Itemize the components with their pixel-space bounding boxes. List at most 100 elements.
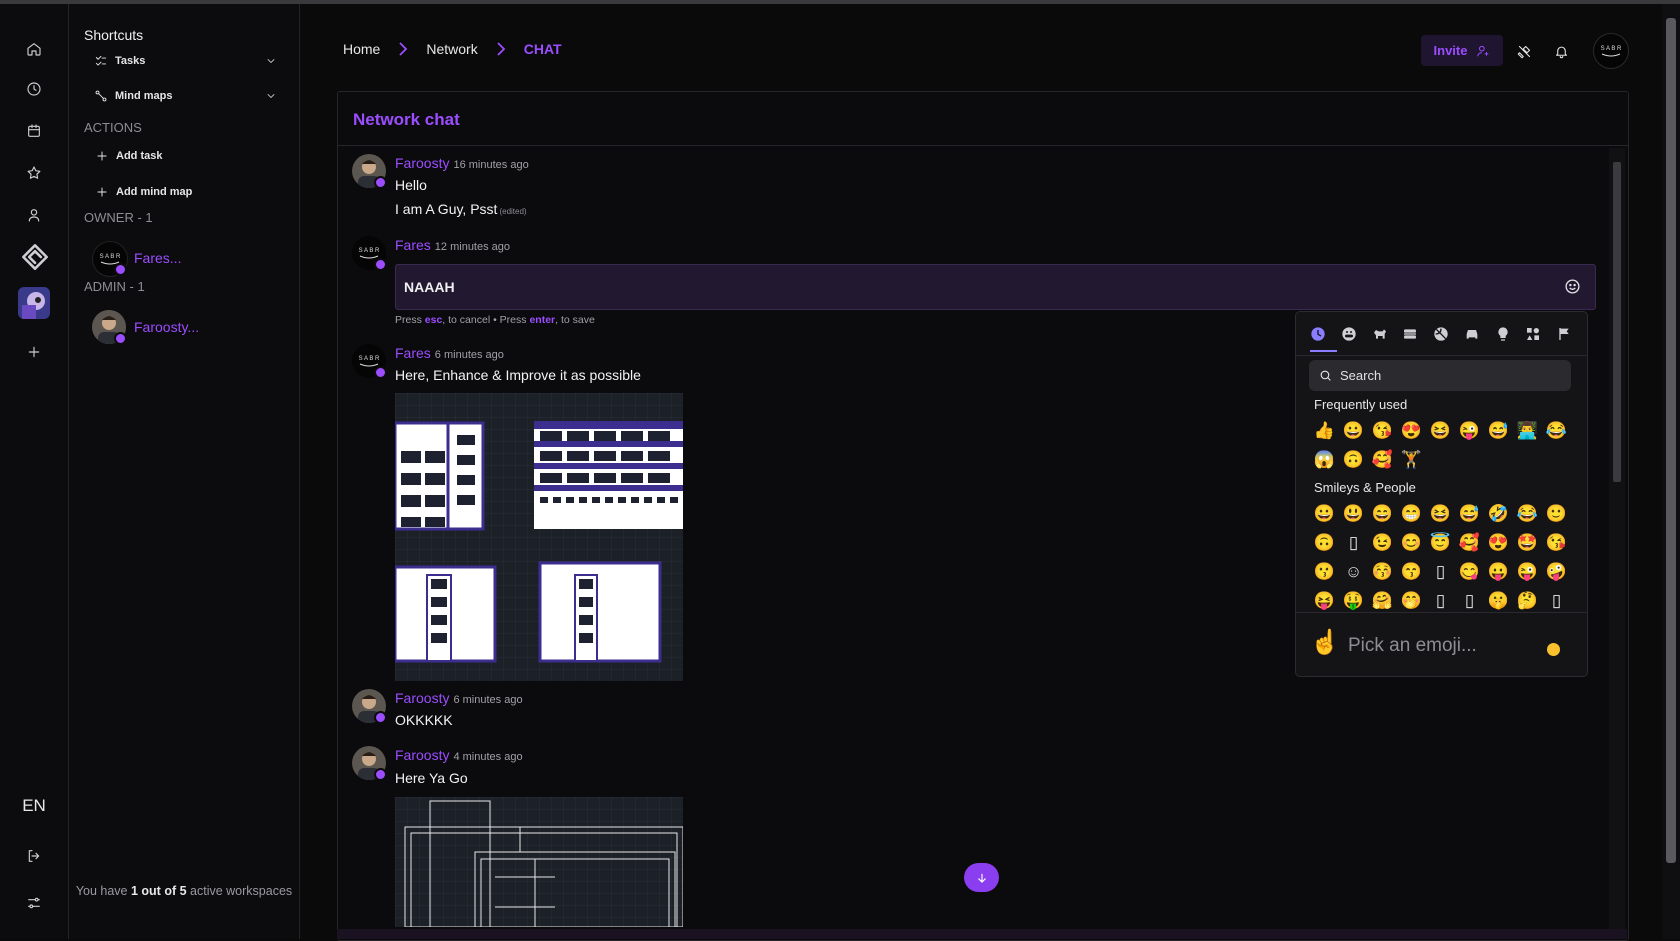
member-owner[interactable]: S A B R Fares... bbox=[92, 241, 181, 277]
sidebar-item-mind-maps[interactable]: Mind maps bbox=[94, 85, 284, 107]
emoji-button[interactable]: ▯ bbox=[1542, 586, 1571, 612]
clock-icon[interactable] bbox=[19, 74, 49, 104]
edit-message-input[interactable]: NAAAH bbox=[395, 264, 1596, 310]
message-author[interactable]: Fares bbox=[395, 345, 431, 361]
chevron-down-icon[interactable] bbox=[265, 55, 277, 67]
calendar-icon[interactable] bbox=[19, 116, 49, 146]
avatar[interactable] bbox=[352, 689, 387, 724]
workspace-logo-icon[interactable] bbox=[19, 241, 51, 273]
home-icon[interactable] bbox=[19, 34, 49, 64]
emoji-button[interactable]: 😜 bbox=[1513, 557, 1542, 586]
emoji-button[interactable]: 😀 bbox=[1310, 499, 1339, 528]
avatar[interactable]: S A B R bbox=[352, 236, 387, 271]
message-author[interactable]: Faroosty bbox=[395, 690, 449, 706]
food-icon[interactable] bbox=[1398, 320, 1422, 348]
settings-sliders-icon[interactable] bbox=[19, 888, 49, 918]
add-task-button[interactable]: Add task bbox=[95, 145, 285, 167]
emoji-button[interactable]: 😛 bbox=[1484, 557, 1513, 586]
scroll-thumb[interactable] bbox=[1613, 162, 1621, 482]
emoji-button[interactable]: ▯ bbox=[1339, 528, 1368, 557]
emoji-button[interactable]: 🤣 bbox=[1484, 499, 1513, 528]
language-switcher[interactable]: EN bbox=[0, 796, 68, 816]
logout-icon[interactable] bbox=[19, 841, 49, 871]
emoji-button[interactable]: 😍 bbox=[1397, 416, 1426, 445]
emoji-button[interactable]: 😚 bbox=[1368, 557, 1397, 586]
emoji-button[interactable]: 🤪 bbox=[1542, 557, 1571, 586]
emoji-button[interactable]: 😇 bbox=[1426, 528, 1455, 557]
emoji-button[interactable]: 😘 bbox=[1368, 416, 1397, 445]
avatar[interactable] bbox=[352, 746, 387, 781]
member-admin[interactable]: Faroosty... bbox=[92, 310, 199, 345]
flag-icon[interactable] bbox=[1552, 320, 1576, 348]
emoji-button[interactable]: 😘 bbox=[1542, 528, 1571, 557]
profile-avatar[interactable]: S A B R bbox=[1593, 33, 1629, 69]
avatar[interactable] bbox=[352, 154, 387, 189]
symbols-icon[interactable] bbox=[1521, 320, 1545, 348]
emoji-button[interactable]: 🙃 bbox=[1339, 445, 1368, 474]
emoji-button[interactable]: 😱 bbox=[1310, 445, 1339, 474]
emoji-button[interactable]: 🤩 bbox=[1513, 528, 1542, 557]
invite-button[interactable]: Invite bbox=[1421, 35, 1503, 66]
bell-icon[interactable] bbox=[1550, 40, 1572, 62]
emoji-button[interactable]: 🥰 bbox=[1455, 528, 1484, 557]
message-author[interactable]: Fares bbox=[395, 237, 431, 253]
emoji-button[interactable]: ☺ bbox=[1339, 557, 1368, 586]
page-scrollbar[interactable] bbox=[1662, 4, 1680, 939]
animal-icon[interactable] bbox=[1368, 320, 1392, 348]
page-scroll-thumb[interactable] bbox=[1666, 18, 1676, 863]
emoji-button[interactable]: 😊 bbox=[1397, 528, 1426, 557]
image-attachment[interactable] bbox=[395, 393, 683, 681]
emoji-button[interactable]: 🙃 bbox=[1310, 528, 1339, 557]
workspace-avatar[interactable] bbox=[18, 287, 50, 319]
emoji-button[interactable]: 😋 bbox=[1455, 557, 1484, 586]
tools-icon[interactable] bbox=[1513, 40, 1535, 62]
emoji-button[interactable]: 😂 bbox=[1542, 416, 1571, 445]
emoji-button[interactable]: 😉 bbox=[1368, 528, 1397, 557]
emoji-toggle-icon[interactable] bbox=[1564, 278, 1581, 295]
scroll-to-bottom-button[interactable] bbox=[964, 863, 999, 892]
chevron-down-icon[interactable] bbox=[265, 90, 277, 102]
emoji-button[interactable]: 😝 bbox=[1310, 586, 1339, 612]
emoji-button[interactable]: 😙 bbox=[1397, 557, 1426, 586]
smiley-icon[interactable] bbox=[1337, 320, 1361, 348]
emoji-button[interactable]: 🤫 bbox=[1484, 586, 1513, 612]
emoji-button[interactable]: 😗 bbox=[1310, 557, 1339, 586]
emoji-button[interactable]: 👨‍💻 bbox=[1513, 416, 1542, 445]
chat-scrollbar[interactable] bbox=[1609, 148, 1625, 930]
emoji-button[interactable]: 🙂 bbox=[1542, 499, 1571, 528]
emoji-button[interactable]: ▯ bbox=[1426, 586, 1455, 612]
emoji-button[interactable]: 😅 bbox=[1455, 499, 1484, 528]
emoji-button[interactable]: 🤭 bbox=[1397, 586, 1426, 612]
emoji-button[interactable]: 😆 bbox=[1426, 416, 1455, 445]
emoji-button[interactable]: 🏋 bbox=[1397, 445, 1426, 474]
emoji-button[interactable]: 😄 bbox=[1368, 499, 1397, 528]
avatar[interactable]: S A B R bbox=[352, 344, 387, 379]
message-author[interactable]: Faroosty bbox=[395, 155, 449, 171]
emoji-button[interactable]: 😅 bbox=[1484, 416, 1513, 445]
emoji-button[interactable]: 🤗 bbox=[1368, 586, 1397, 612]
emoji-button[interactable]: ▯ bbox=[1455, 586, 1484, 612]
skin-tone-button[interactable] bbox=[1547, 643, 1560, 656]
activity-icon[interactable] bbox=[1429, 320, 1453, 348]
message-author[interactable]: Faroosty bbox=[395, 747, 449, 763]
edit-message-value[interactable]: NAAAH bbox=[404, 279, 455, 295]
user-icon[interactable] bbox=[19, 200, 49, 230]
emoji-button[interactable]: 😆 bbox=[1426, 499, 1455, 528]
emoji-button[interactable]: 😁 bbox=[1397, 499, 1426, 528]
emoji-button[interactable]: 😀 bbox=[1339, 416, 1368, 445]
emoji-button[interactable]: 😍 bbox=[1484, 528, 1513, 557]
emoji-search-input[interactable] bbox=[1338, 367, 1562, 384]
emoji-search[interactable] bbox=[1309, 360, 1571, 391]
sidebar-item-tasks[interactable]: Tasks bbox=[94, 50, 284, 72]
emoji-button[interactable]: 🤔 bbox=[1513, 586, 1542, 612]
plus-icon[interactable] bbox=[19, 337, 49, 367]
star-icon[interactable] bbox=[19, 158, 49, 188]
emoji-button[interactable]: 😃 bbox=[1339, 499, 1368, 528]
emoji-button[interactable]: 👍 bbox=[1310, 416, 1339, 445]
recent-icon[interactable] bbox=[1306, 320, 1330, 348]
emoji-button[interactable]: 😂 bbox=[1513, 499, 1542, 528]
emoji-button[interactable]: ▯ bbox=[1426, 557, 1455, 586]
emoji-button[interactable]: 🥰 bbox=[1368, 445, 1397, 474]
bulb-icon[interactable] bbox=[1491, 320, 1515, 348]
car-icon[interactable] bbox=[1460, 320, 1484, 348]
